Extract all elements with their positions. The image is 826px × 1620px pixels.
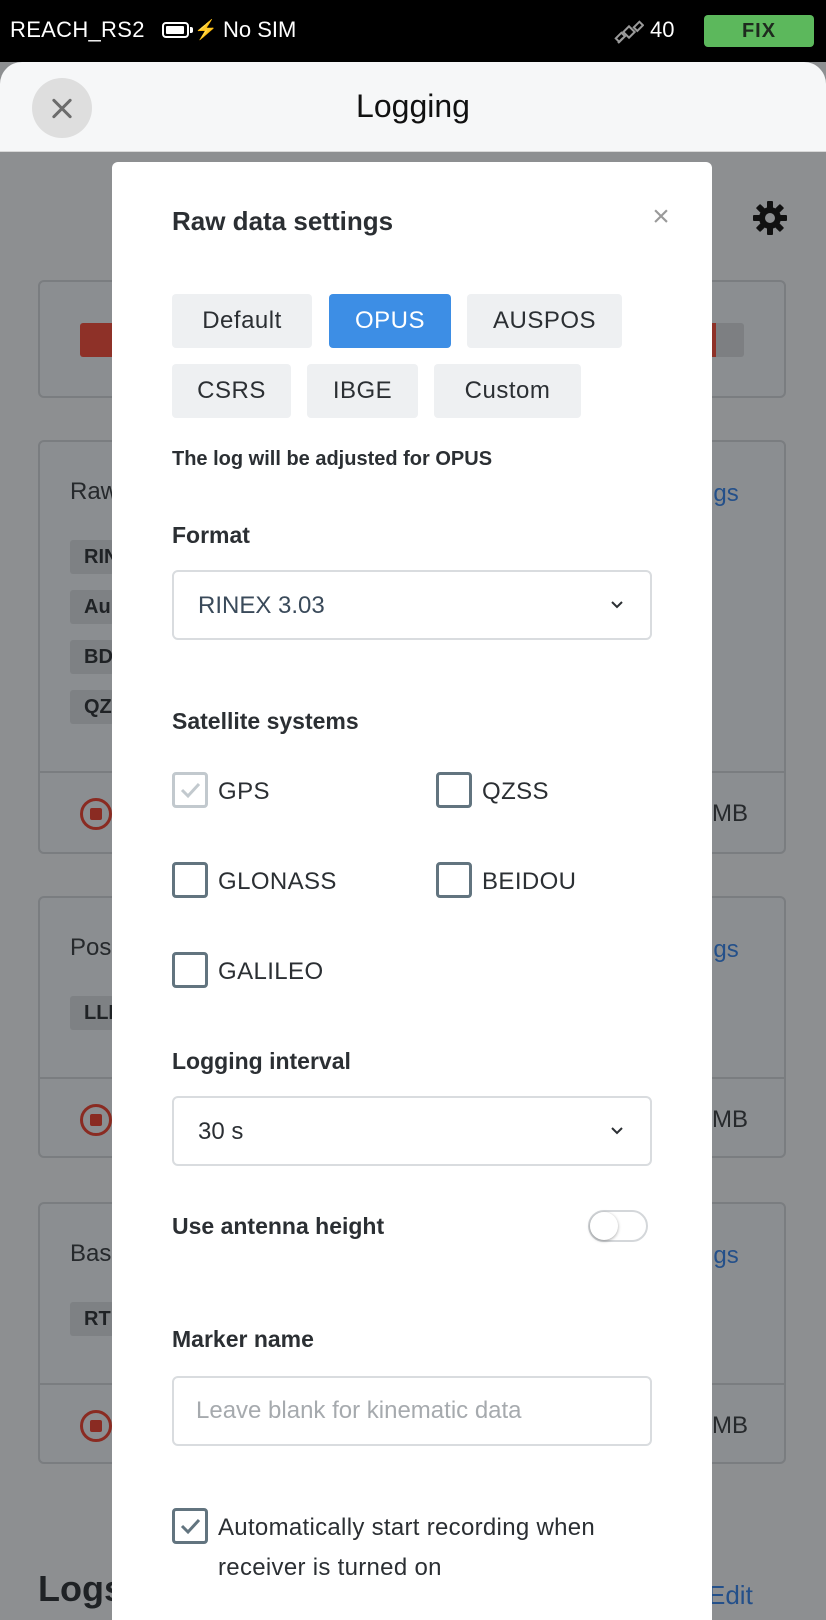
gear-icon[interactable]: [750, 198, 790, 238]
galileo-checkbox[interactable]: [172, 952, 208, 988]
base-section-label: Bas: [70, 1240, 112, 1267]
qzss-label: QZSS: [482, 778, 549, 805]
position-section-label: Pos: [70, 934, 112, 961]
format-select[interactable]: RINEX 3.03: [172, 570, 652, 640]
raw-log-size: MB: [712, 800, 748, 827]
gps-checkbox[interactable]: [172, 772, 208, 808]
fix-status-badge: FIX: [704, 15, 814, 47]
satellite-systems-label: Satellite systems: [172, 708, 359, 734]
preset-default[interactable]: Default: [172, 294, 312, 348]
logging-interval-select[interactable]: 30 s: [172, 1096, 652, 1166]
antenna-height-label: Use antenna height: [172, 1213, 385, 1239]
marker-name-input[interactable]: [196, 1378, 626, 1444]
gps-label: GPS: [218, 778, 270, 805]
close-icon[interactable]: ×: [646, 202, 676, 232]
lightning-bolt-icon: ⚡: [194, 20, 218, 41]
modal-title: Raw data settings: [172, 206, 394, 236]
raw-chip-qzss: QZ: [70, 690, 114, 724]
beidou-label: BEIDOU: [482, 868, 577, 895]
preset-opus[interactable]: OPUS: [329, 294, 451, 348]
preset-note: The log will be adjusted for OPUS: [172, 448, 493, 470]
record-icon[interactable]: [80, 798, 112, 830]
recording-bar-start: [80, 323, 116, 357]
raw-chip-auto: Au: [70, 590, 114, 624]
satellite-count: 40: [650, 17, 675, 42]
base-chip-format: RT: [70, 1302, 114, 1336]
base-log-size: MB: [712, 1412, 748, 1439]
check-icon: [180, 782, 201, 799]
device-name: REACH_RS2: [10, 17, 145, 42]
raw-chip-format: RIN: [70, 540, 114, 574]
raw-section-label: Raw: [70, 478, 119, 505]
edit-link[interactable]: Edit: [708, 1580, 753, 1611]
preset-custom[interactable]: Custom: [434, 364, 581, 418]
marker-name-field[interactable]: [172, 1376, 652, 1446]
status-bar: REACH_RS2 ⚡ No SIM 40 FIX: [0, 0, 826, 62]
record-icon[interactable]: [80, 1410, 112, 1442]
qzss-checkbox[interactable]: [436, 772, 472, 808]
glonass-checkbox[interactable]: [172, 862, 208, 898]
satellite-icon: [614, 20, 644, 44]
preset-ibge[interactable]: IBGE: [307, 364, 418, 418]
logging-interval-value: 30 s: [198, 1118, 244, 1145]
carrier-label: No SIM: [223, 17, 297, 42]
preset-csrs[interactable]: CSRS: [172, 364, 291, 418]
format-value: RINEX 3.03: [198, 592, 325, 619]
raw-data-settings-modal: Raw data settings × Default OPUS AUSPOS …: [112, 162, 712, 1620]
page-header: Logging: [0, 62, 826, 152]
position-chip-format: LLI: [70, 996, 114, 1030]
format-label: Format: [172, 522, 250, 548]
galileo-label: GALILEO: [218, 958, 324, 985]
beidou-checkbox[interactable]: [436, 862, 472, 898]
preset-auspos[interactable]: AUSPOS: [467, 294, 622, 348]
glonass-label: GLONASS: [218, 868, 337, 895]
page-title: Logging: [356, 88, 470, 124]
auto-start-checkbox[interactable]: [172, 1508, 208, 1544]
toggle-knob: [590, 1212, 618, 1240]
logging-interval-label: Logging interval: [172, 1048, 351, 1074]
chevron-down-icon: [611, 1127, 623, 1135]
check-icon: [180, 1518, 201, 1535]
antenna-height-toggle[interactable]: [588, 1210, 648, 1242]
battery-icon: [162, 22, 193, 38]
position-log-size: MB: [712, 1106, 748, 1133]
raw-chip-beidou: BD: [70, 640, 114, 674]
marker-name-label: Marker name: [172, 1326, 314, 1352]
chevron-down-icon: [611, 601, 623, 609]
auto-start-label: Automatically start recording when recei…: [218, 1514, 596, 1581]
record-icon[interactable]: [80, 1104, 112, 1136]
